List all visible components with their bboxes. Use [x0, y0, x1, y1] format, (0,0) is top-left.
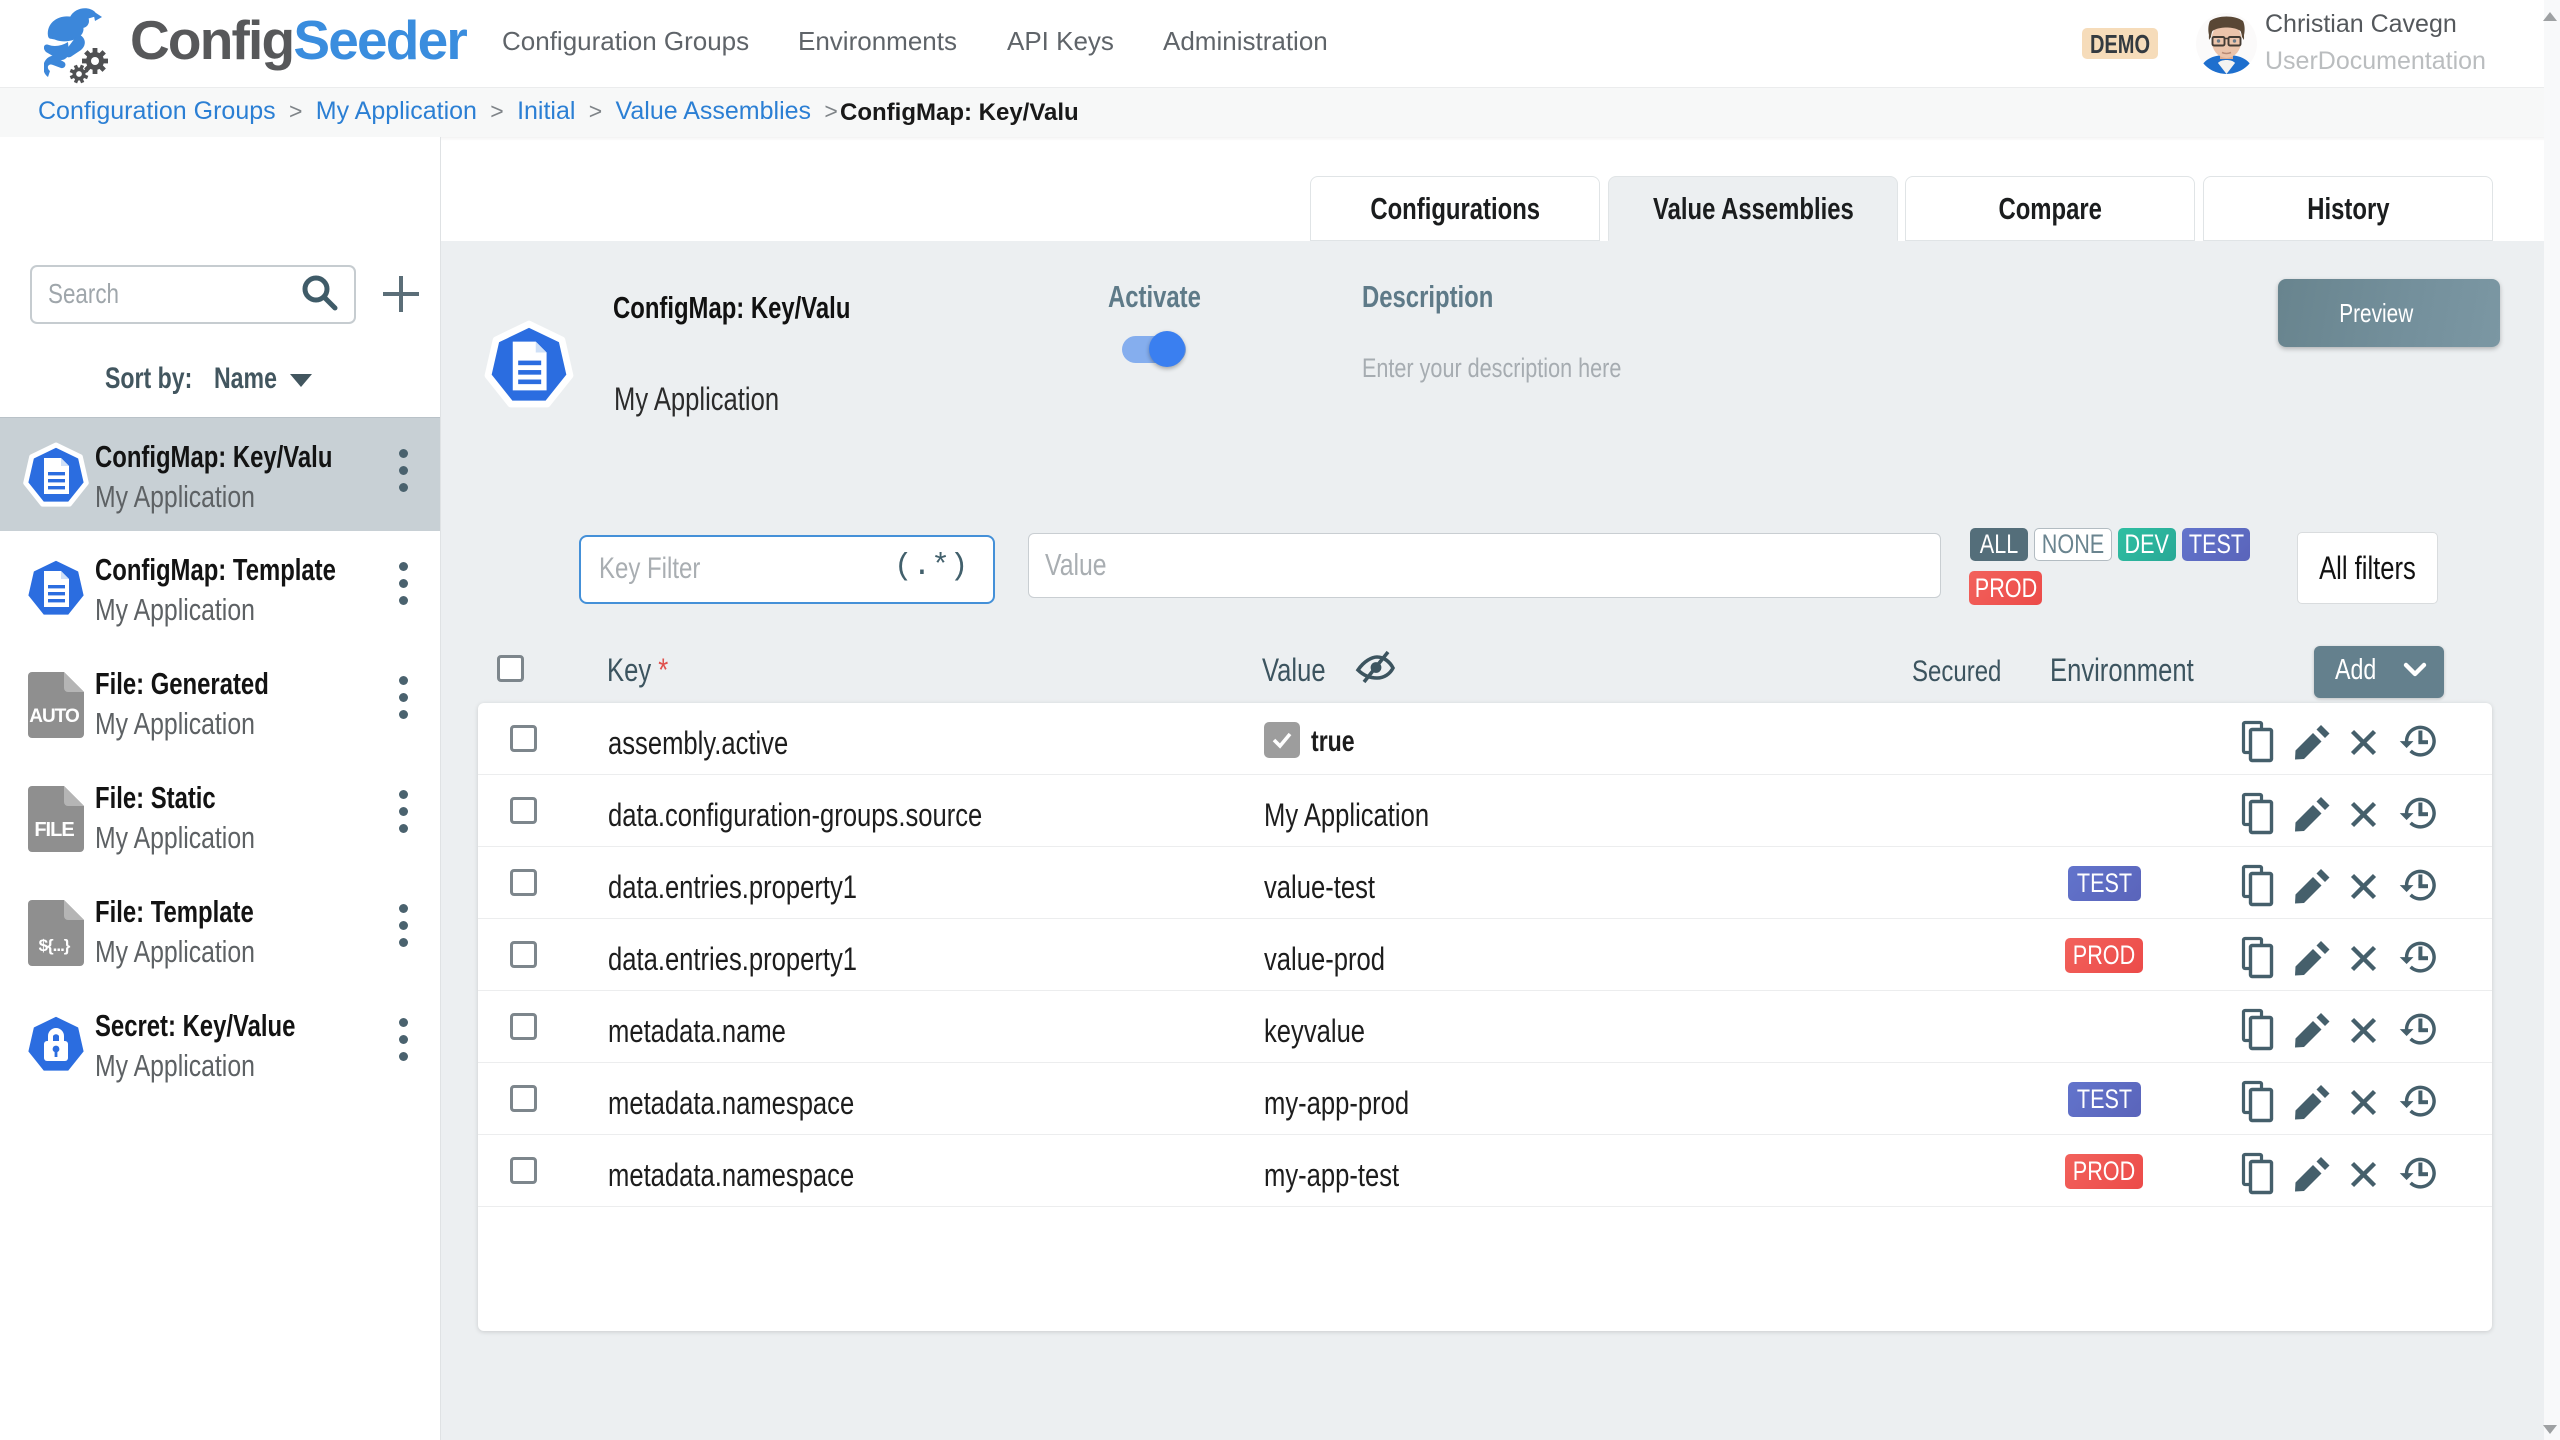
- svg-text:${...}: ${...}: [39, 936, 71, 955]
- svg-text:AUTO: AUTO: [29, 706, 79, 727]
- svg-text:FILE: FILE: [34, 819, 74, 841]
